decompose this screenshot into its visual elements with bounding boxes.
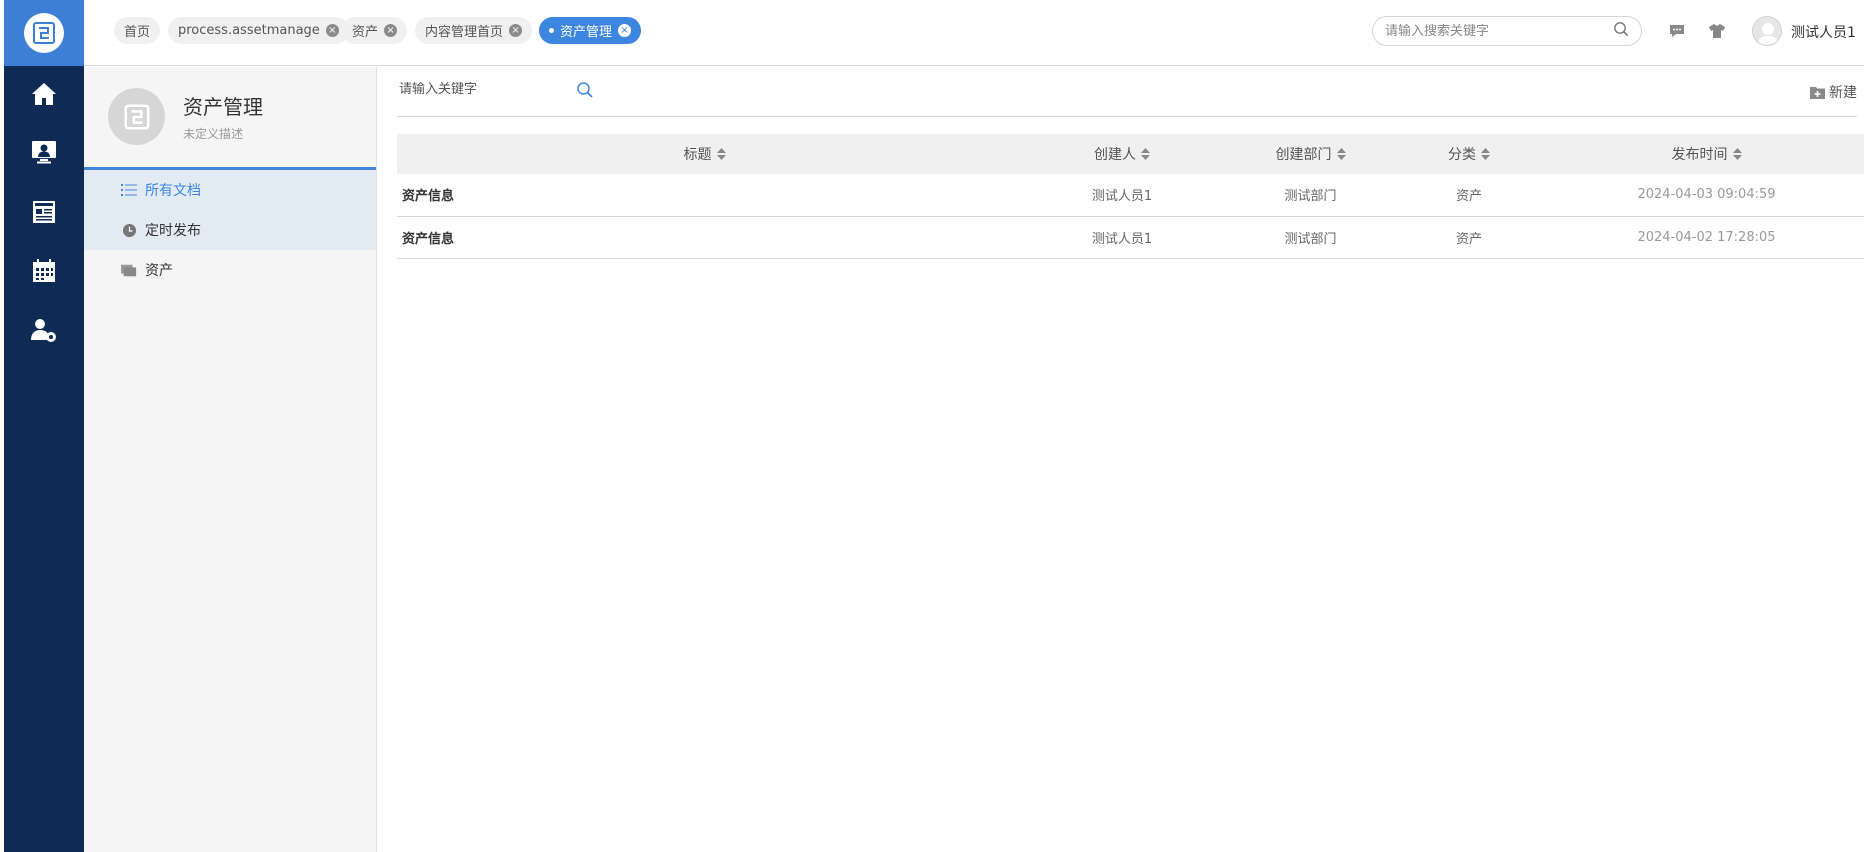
sort-icon: [716, 148, 726, 160]
tab-asset[interactable]: 资产 ×: [342, 17, 408, 44]
active-dot-icon: [549, 28, 554, 33]
sidebar-header: 资产管理 未定义描述: [84, 67, 376, 170]
column-publish-time[interactable]: 发布时间: [1549, 134, 1864, 174]
keyword-search-input[interactable]: [399, 82, 569, 97]
cell-category: 资产: [1455, 231, 1482, 247]
clock-icon: [121, 222, 137, 238]
sidebar-item-label: 资产: [145, 263, 173, 279]
sidebar-item-label: 定时发布: [145, 223, 201, 239]
cell-dept: 测试部门: [1284, 231, 1337, 247]
table-row[interactable]: 资产信息 测试人员1 测试部门 资产 2024-04-02 17:28:05: [397, 216, 1864, 258]
app-logo[interactable]: [4, 0, 84, 66]
close-icon[interactable]: ×: [509, 24, 523, 37]
cell-dept: 测试部门: [1284, 189, 1337, 205]
rail-user-settings[interactable]: [4, 308, 84, 358]
column-label: 创建人: [1094, 147, 1136, 163]
avatar[interactable]: [1752, 16, 1782, 46]
rail-monitor[interactable]: [4, 129, 84, 179]
sidebar-item-asset[interactable]: 资产: [84, 250, 376, 290]
global-search-input[interactable]: [1385, 23, 1613, 39]
tab-asset-manage[interactable]: 资产管理 ×: [539, 17, 642, 44]
content-sidebar: 资产管理 未定义描述 所有文档 定时发布 资产: [84, 67, 377, 852]
close-icon[interactable]: ×: [325, 24, 339, 37]
calendar-icon: [30, 257, 58, 289]
column-creator[interactable]: 创建人: [1012, 134, 1232, 174]
rail-home[interactable]: [4, 71, 84, 121]
message-icon[interactable]: [1668, 22, 1686, 40]
document-table: 标题 创建人 创建部门 分类 发布时间 资产信息 测试人员1 测试部门 资产 2…: [397, 134, 1864, 259]
tab-label: 首页: [124, 25, 151, 40]
skin-icon[interactable]: [1708, 22, 1726, 40]
search-row: 新建: [397, 67, 1857, 117]
tab-home[interactable]: 首页: [114, 17, 161, 44]
sidebar-description: 未定义描述: [183, 127, 244, 141]
table-row[interactable]: 资产信息 测试人员1 测试部门 资产 2024-04-03 09:04:59: [397, 174, 1864, 216]
new-button[interactable]: 新建: [1810, 82, 1857, 102]
tab-label: process.assetmanage: [178, 23, 320, 38]
table-header: 标题 创建人 创建部门 分类 发布时间: [397, 134, 1864, 174]
column-category[interactable]: 分类: [1389, 134, 1549, 174]
sort-icon: [1732, 148, 1742, 160]
cell-time: 2024-04-02 17:28:05: [1637, 229, 1776, 245]
global-search: [1372, 16, 1642, 46]
sort-icon: [1141, 148, 1150, 160]
add-folder-icon: [1810, 86, 1825, 99]
folder-icon: [121, 262, 137, 278]
news-icon: [30, 198, 58, 230]
close-icon[interactable]: ×: [384, 24, 398, 37]
top-bar: 首页 process.assetmanage × 资产 × 内容管理首页 × 资…: [84, 0, 1864, 66]
tab-label: 资产: [352, 25, 379, 40]
sidebar-item-all-docs[interactable]: 所有文档: [84, 170, 376, 210]
nav-rail: [4, 0, 84, 852]
column-label: 分类: [1448, 147, 1476, 163]
column-label: 创建部门: [1275, 147, 1332, 163]
sort-icon: [1481, 148, 1490, 160]
monitor-user-icon: [30, 138, 58, 170]
close-icon[interactable]: ×: [618, 24, 632, 37]
cell-title[interactable]: 资产信息: [397, 216, 1012, 258]
column-title[interactable]: 标题: [397, 134, 1012, 174]
new-button-label: 新建: [1829, 85, 1857, 101]
cell-category: 资产: [1455, 189, 1482, 205]
search-icon[interactable]: [1613, 21, 1629, 41]
rail-calendar[interactable]: [4, 248, 84, 298]
tab-label: 资产管理: [560, 25, 613, 40]
rail-news[interactable]: [4, 189, 84, 239]
cell-title[interactable]: 资产信息: [397, 174, 1012, 216]
column-label: 发布时间: [1671, 147, 1728, 163]
tab-content-home[interactable]: 内容管理首页 ×: [415, 17, 533, 44]
search-icon[interactable]: [576, 81, 596, 101]
tab-label: 内容管理首页: [425, 25, 504, 40]
module-avatar-icon: [108, 88, 165, 145]
home-icon: [30, 80, 58, 112]
logo-icon: [24, 13, 64, 53]
list-icon: [121, 182, 137, 198]
sidebar-item-label: 所有文档: [145, 183, 201, 199]
main-content: 新建 标题 创建人 创建部门 分类 发布时间 资产信息 测试人员1 测试部门 资…: [397, 67, 1864, 852]
sidebar-title: 资产管理: [183, 95, 263, 119]
column-label: 标题: [683, 147, 712, 163]
username[interactable]: 测试人员1: [1791, 22, 1856, 42]
cell-time: 2024-04-03 09:04:59: [1637, 187, 1776, 203]
column-dept[interactable]: 创建部门: [1232, 134, 1389, 174]
user-settings-icon: [29, 316, 59, 350]
cell-creator: 测试人员1: [1091, 189, 1153, 205]
sort-icon: [1336, 148, 1346, 160]
cell-creator: 测试人员1: [1091, 231, 1153, 247]
tab-process-assetmanage[interactable]: process.assetmanage ×: [168, 17, 349, 44]
sidebar-item-scheduled[interactable]: 定时发布: [84, 210, 376, 250]
